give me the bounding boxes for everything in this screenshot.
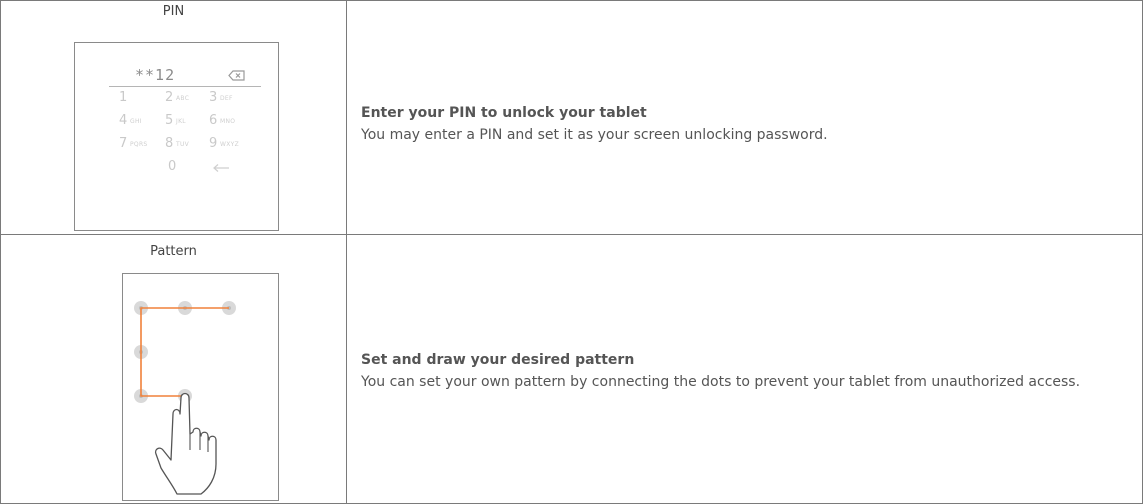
pin-underline	[109, 86, 261, 87]
pin-key-letters: GHI	[130, 118, 142, 125]
pin-key-3: 3 DEF	[209, 90, 259, 108]
pin-keypad-illustration: **12 1 2 ABC 3 DEF 4 GHI 5 JKL 6 MNO 7 P…	[74, 42, 279, 231]
pin-key-digit: 4	[119, 113, 128, 128]
pin-key-letters: MNO	[220, 118, 236, 125]
pin-display: **12	[75, 66, 278, 86]
illustration-cell-pattern: Pattern	[1, 235, 347, 503]
pin-key-4: 4 GHI	[119, 113, 169, 131]
pin-key-8: 8 TUV	[165, 136, 215, 154]
pin-key-digit: 6	[209, 113, 218, 128]
pin-key-9: 9 WXYZ	[209, 136, 259, 154]
pattern-body-text: You can set your own pattern by connecti…	[361, 374, 1081, 390]
pin-key-6: 6 MNO	[209, 113, 259, 131]
pin-key-0: 0	[168, 159, 218, 177]
pin-key-digit: 0	[168, 159, 177, 174]
pattern-lock-illustration	[122, 273, 279, 501]
pin-key-1: 1	[119, 90, 169, 108]
pin-key-2: 2 ABC	[165, 90, 215, 108]
table-row-pattern: Pattern Set and draw your desired patter…	[1, 235, 1142, 503]
pin-key-letters: ABC	[176, 95, 190, 102]
lock-methods-table: PIN **12 1 2 ABC 3 DEF 4 GHI 5 JKL 6 MNO…	[0, 0, 1143, 504]
pattern-path	[140, 307, 229, 397]
illustration-cell-pin: PIN **12 1 2 ABC 3 DEF 4 GHI 5 JKL 6 MNO…	[1, 1, 347, 234]
pin-key-digit: 1	[119, 90, 128, 105]
pin-entry-text: **12	[135, 66, 176, 84]
pattern-grid	[134, 301, 236, 495]
enter-arrow-icon	[213, 164, 229, 172]
table-row-pin: PIN **12 1 2 ABC 3 DEF 4 GHI 5 JKL 6 MNO…	[1, 1, 1142, 235]
pattern-dots	[134, 301, 236, 403]
pin-key-digit: 9	[209, 136, 218, 151]
pin-title: Enter your PIN to unlock your tablet	[361, 105, 647, 121]
pin-key-digit: 3	[209, 90, 218, 105]
pin-key-5: 5 JKL	[165, 113, 215, 131]
pin-body-text: You may enter a PIN and set it as your s…	[361, 127, 828, 143]
illustration-caption-pattern: Pattern	[150, 244, 197, 259]
pin-key-letters: PQRS	[130, 141, 148, 148]
pin-key-digit: 7	[119, 136, 128, 151]
description-cell-pattern: Set and draw your desired pattern You ca…	[347, 235, 1142, 503]
pin-key-7: 7 PQRS	[119, 136, 169, 154]
pin-key-digit: 8	[165, 136, 174, 151]
description-cell-pin: Enter your PIN to unlock your tablet You…	[347, 1, 1142, 234]
illustration-caption-pin: PIN	[162, 4, 185, 19]
pin-key-letters: DEF	[220, 95, 233, 102]
pattern-description: Set and draw your desired pattern You ca…	[361, 352, 1130, 393]
pin-key-letters: WXYZ	[220, 141, 240, 148]
pin-key-letters: TUV	[176, 141, 190, 148]
pattern-title: Set and draw your desired pattern	[361, 352, 635, 368]
finger-hand-icon	[154, 392, 217, 495]
backspace-icon	[228, 70, 245, 81]
pin-key-digit: 2	[165, 90, 174, 105]
pin-key-digit: 5	[165, 113, 174, 128]
pin-key-letters: JKL	[176, 118, 186, 125]
pin-description: Enter your PIN to unlock your tablet You…	[361, 105, 1130, 146]
